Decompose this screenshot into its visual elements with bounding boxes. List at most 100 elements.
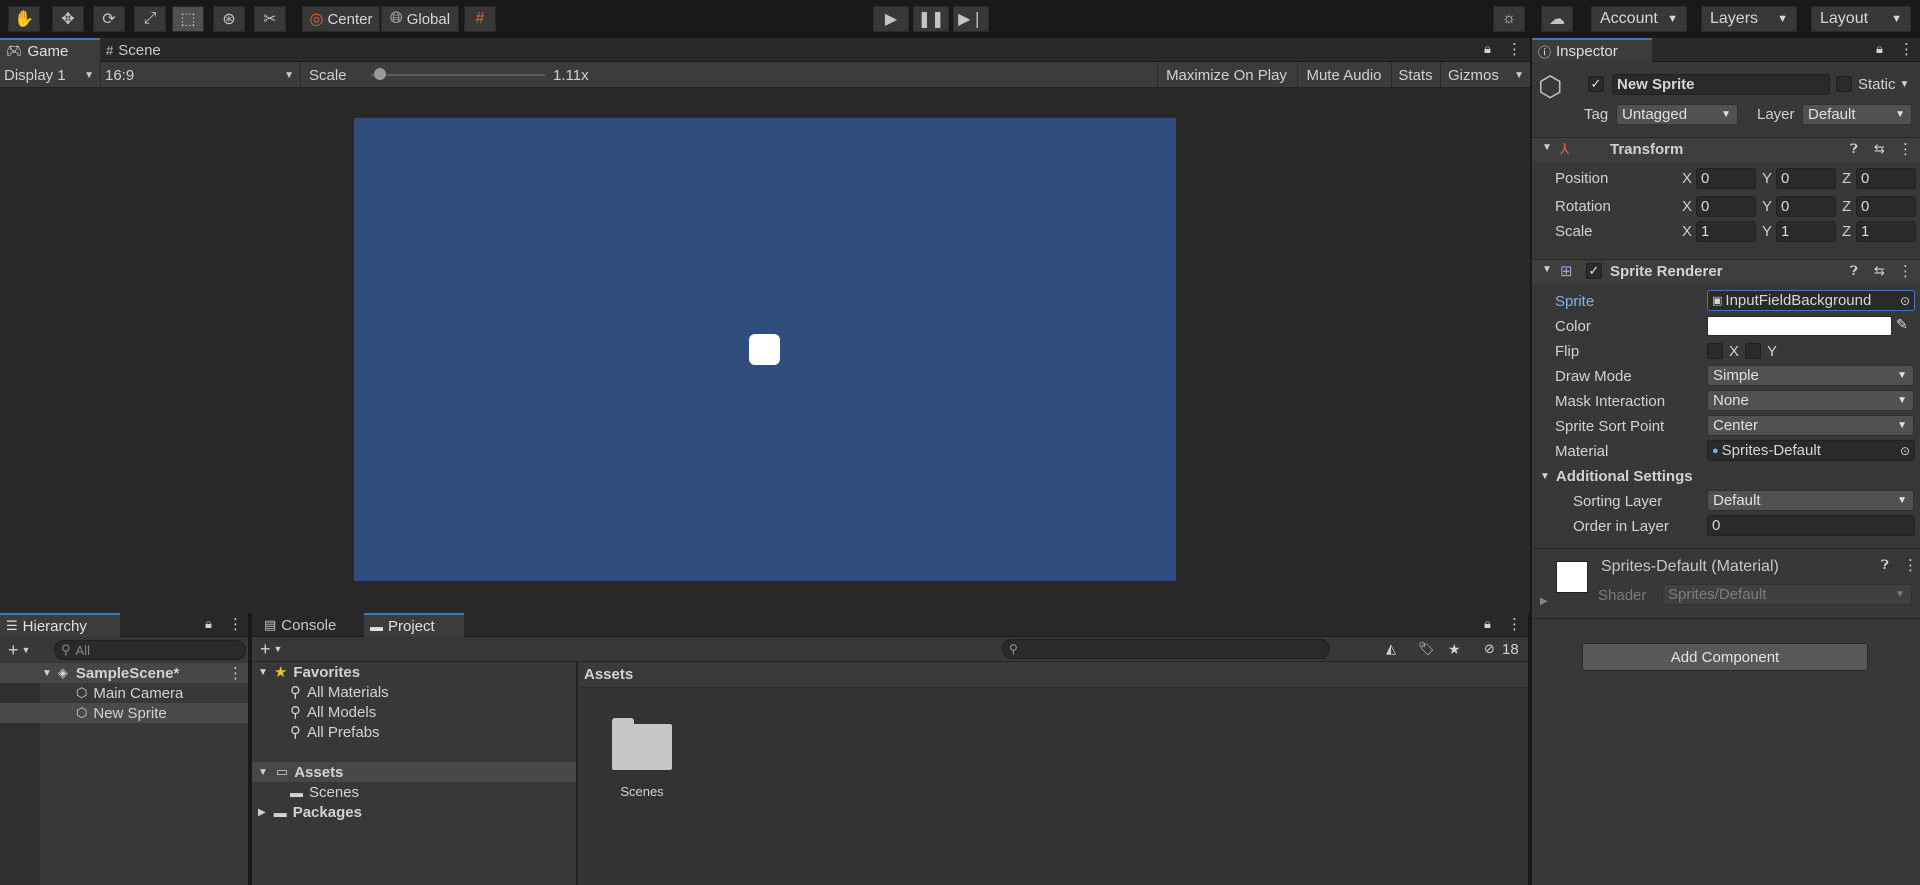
sprite-renderer-header[interactable]: ▼ ⊞ ✓ Sprite Renderer ❓︎ ⇆ ⋮ xyxy=(1532,259,1920,283)
filter-by-type-icon[interactable]: ◭ xyxy=(1386,641,1396,657)
aspect-dropdown[interactable]: 16:9 ▼ xyxy=(100,62,298,88)
chevron-down-icon[interactable]: ▼ xyxy=(22,645,31,655)
flip-x-checkbox[interactable] xyxy=(1707,343,1723,359)
hierarchy-search-input[interactable]: ⚲ All xyxy=(54,640,246,660)
active-checkbox[interactable]: ✓ xyxy=(1588,76,1604,92)
step-button[interactable]: ▶❘ xyxy=(953,6,989,32)
color-swatch[interactable] xyxy=(1707,316,1892,336)
asset-item-scenes[interactable]: Scenes xyxy=(604,718,676,808)
project-search-input[interactable]: ⚲ xyxy=(1002,639,1330,659)
hidden-packages-icon[interactable]: ⊘ xyxy=(1484,641,1495,657)
tab-console[interactable]: ▤ Console xyxy=(258,613,348,637)
tab-project[interactable]: ▬ Project xyxy=(364,613,464,637)
assets-folder-row[interactable]: ▼ ▭ Assets xyxy=(252,762,576,782)
kebab-menu-icon[interactable]: ⋮ xyxy=(1898,262,1913,280)
star-icon[interactable]: ★ xyxy=(1448,641,1461,658)
lock-icon[interactable]: 🔒︎ xyxy=(1484,616,1491,632)
mute-audio-button[interactable]: Mute Audio xyxy=(1297,62,1390,88)
kebab-menu-icon[interactable]: ⋮ xyxy=(1507,40,1522,58)
hand-tool-button[interactable]: ✋ xyxy=(8,6,40,32)
additional-settings-foldout[interactable]: ▼ Additional Settings xyxy=(1540,466,1693,486)
layer-dropdown[interactable]: Default ▼ xyxy=(1802,104,1912,125)
lighting-button[interactable]: ☼ xyxy=(1493,6,1525,32)
object-picker-icon[interactable]: ⊙ xyxy=(1900,294,1910,308)
help-icon[interactable]: ❓︎ xyxy=(1850,141,1858,157)
help-icon[interactable]: ❓︎ xyxy=(1850,263,1858,279)
transform-header[interactable]: ▼ ⅄ Transform ❓︎ ⇆ ⋮ xyxy=(1532,137,1920,161)
tab-hierarchy[interactable]: ☰ Hierarchy xyxy=(0,613,120,637)
stats-button[interactable]: Stats xyxy=(1391,62,1439,88)
kebab-menu-icon[interactable]: ⋮ xyxy=(228,615,243,633)
scale-x-field[interactable]: 1 xyxy=(1696,221,1756,242)
play-button[interactable]: ▶ xyxy=(873,6,909,32)
tab-scene[interactable]: # Scene xyxy=(100,38,190,62)
pivot-rotation-button[interactable]: 🌐︎ Global xyxy=(381,6,459,32)
flip-y-checkbox[interactable] xyxy=(1745,343,1761,359)
favorites-row[interactable]: ▼ ★ Favorites xyxy=(256,662,576,682)
grid-snap-button[interactable]: # xyxy=(464,6,496,32)
gizmos-button[interactable]: Gizmos ▼ xyxy=(1440,62,1528,88)
add-icon[interactable]: + xyxy=(8,640,19,661)
add-component-button[interactable]: Add Component xyxy=(1582,643,1868,671)
gameobject-cube-icon[interactable]: ⬡ xyxy=(1538,70,1562,103)
custom-tool-button[interactable]: ✂ xyxy=(254,6,286,32)
rotation-y-field[interactable]: 0 xyxy=(1776,196,1836,217)
help-icon[interactable]: ❓︎ xyxy=(1881,557,1889,573)
lock-icon[interactable]: 🔒︎ xyxy=(205,616,212,632)
kebab-menu-icon[interactable]: ⋮ xyxy=(1507,615,1522,633)
display-dropdown[interactable]: Display 1 ▼ xyxy=(0,62,98,88)
filter-by-label-icon[interactable]: 🏷︎ xyxy=(1418,641,1435,657)
lock-icon[interactable]: 🔒︎ xyxy=(1876,41,1883,57)
maximize-on-play-button[interactable]: Maximize On Play xyxy=(1157,62,1295,88)
favorite-all-models[interactable]: ⚲ All Models xyxy=(290,702,376,722)
lock-icon[interactable]: 🔒︎ xyxy=(1484,41,1491,57)
favorite-all-prefabs[interactable]: ⚲ All Prefabs xyxy=(290,722,380,742)
layout-dropdown[interactable]: Layout ▼ xyxy=(1811,6,1911,32)
hierarchy-item-main-camera[interactable]: ⬡ Main Camera xyxy=(0,683,248,703)
hierarchy-item-new-sprite[interactable]: ⬡ New Sprite xyxy=(0,703,248,723)
scene-row[interactable]: ▼ ◈ SampleScene* ⋮ xyxy=(0,663,248,683)
rotation-x-field[interactable]: 0 xyxy=(1696,196,1756,217)
collapse-arrow-icon[interactable]: ▶ xyxy=(1540,596,1548,607)
scenes-folder-row[interactable]: ▬ Scenes xyxy=(290,782,359,802)
packages-folder-row[interactable]: ▶ ▬ Packages xyxy=(256,802,362,822)
scale-y-field[interactable]: 1 xyxy=(1776,221,1836,242)
object-picker-icon[interactable]: ⊙ xyxy=(1900,444,1910,458)
account-dropdown[interactable]: Account ▼ xyxy=(1591,6,1687,32)
order-in-layer-field[interactable]: 0 xyxy=(1707,515,1915,536)
kebab-menu-icon[interactable]: ⋮ xyxy=(228,664,243,682)
add-icon[interactable]: + xyxy=(260,639,271,660)
tab-inspector[interactable]: ⓘ Inspector xyxy=(1532,38,1652,62)
sprite-renderer-enabled-checkbox[interactable]: ✓ xyxy=(1586,263,1602,279)
tab-game[interactable]: 🎮︎ Game xyxy=(0,38,100,62)
mask-interaction-dropdown[interactable]: None ▼ xyxy=(1707,390,1914,411)
position-x-field[interactable]: 0 xyxy=(1696,168,1756,189)
sprite-object-field[interactable]: ▣ InputFieldBackground ⊙ xyxy=(1707,290,1915,311)
scale-slider-track[interactable] xyxy=(371,74,545,76)
kebab-menu-icon[interactable]: ⋮ xyxy=(1899,40,1914,58)
position-y-field[interactable]: 0 xyxy=(1776,168,1836,189)
cloud-button[interactable]: ☁ xyxy=(1541,6,1573,32)
static-checkbox[interactable] xyxy=(1836,76,1852,92)
tag-dropdown[interactable]: Untagged ▼ xyxy=(1616,104,1738,125)
presets-icon[interactable]: ⇆ xyxy=(1874,141,1885,157)
kebab-menu-icon[interactable]: ⋮ xyxy=(1898,140,1913,158)
rotation-z-field[interactable]: 0 xyxy=(1856,196,1916,217)
move-tool-button[interactable]: ✥ xyxy=(52,6,84,32)
draw-mode-dropdown[interactable]: Simple ▼ xyxy=(1707,365,1914,386)
object-name-field[interactable]: New Sprite xyxy=(1612,74,1830,95)
static-dropdown[interactable]: Static ▼ xyxy=(1858,74,1909,95)
position-z-field[interactable]: 0 xyxy=(1856,168,1916,189)
chevron-down-icon[interactable]: ▼ xyxy=(274,644,283,654)
layers-dropdown[interactable]: Layers ▼ xyxy=(1701,6,1797,32)
pause-button[interactable]: ❚❚ xyxy=(913,6,949,32)
transform-tool-button[interactable]: ⊛ xyxy=(213,6,245,32)
scale-tool-button[interactable]: ⤢ xyxy=(134,6,166,32)
rotate-tool-button[interactable]: ⟳ xyxy=(93,6,125,32)
material-object-field[interactable]: ● Sprites-Default ⊙ xyxy=(1707,440,1915,461)
kebab-menu-icon[interactable]: ⋮ xyxy=(1903,556,1918,574)
scale-slider-thumb[interactable] xyxy=(373,68,386,80)
pivot-mode-button[interactable]: ◎ Center xyxy=(302,6,380,32)
sorting-layer-dropdown[interactable]: Default ▼ xyxy=(1707,490,1914,511)
scale-z-field[interactable]: 1 xyxy=(1856,221,1916,242)
